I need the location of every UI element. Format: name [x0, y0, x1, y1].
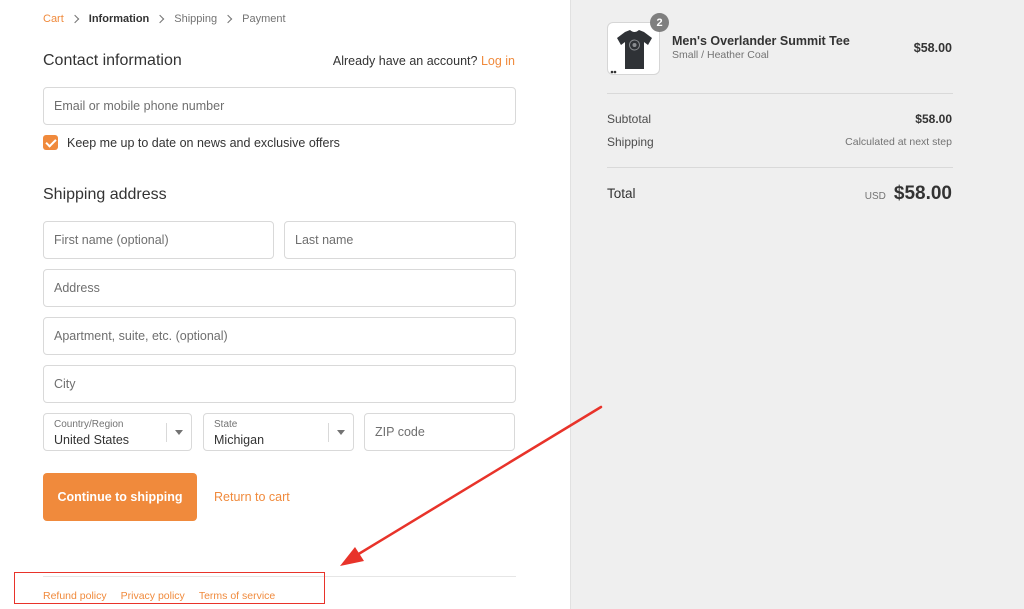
total-label: Total — [607, 186, 636, 201]
apartment-field[interactable] — [44, 318, 515, 354]
tshirt-icon — [610, 30, 652, 74]
total-value: $58.00 — [893, 183, 952, 204]
city-wrapper — [43, 365, 516, 403]
checkout-main: Cart Information Shipping Payment Contac… — [0, 0, 570, 609]
newsletter-option: Keep me up to date on news and exclusive… — [43, 135, 340, 150]
last-name-wrapper — [284, 221, 516, 259]
country-value: United States — [54, 433, 130, 447]
first-name-wrapper — [43, 221, 274, 259]
shipping-address-title: Shipping address — [43, 186, 167, 203]
shipping-label: Shipping — [607, 135, 654, 149]
order-summary: 2 Men's Overlander Summit Tee Small / He… — [570, 0, 1024, 609]
summary-divider — [607, 93, 953, 94]
email-field-wrapper — [43, 87, 516, 125]
annotation-highlight-box — [14, 572, 325, 604]
summary-divider — [607, 167, 953, 168]
breadcrumb-shipping: Shipping — [174, 13, 218, 25]
address-field[interactable] — [44, 270, 515, 306]
apartment-wrapper — [43, 317, 516, 355]
country-label: Country/Region — [54, 419, 124, 430]
account-prompt: Already have an account? Log in — [333, 54, 515, 68]
chevron-right-icon — [70, 14, 80, 24]
state-select[interactable]: State Michigan — [203, 413, 354, 451]
subtotal-label: Subtotal — [607, 112, 652, 126]
chevron-right-icon — [223, 14, 233, 24]
total-amount: USD $58.00 — [865, 183, 952, 205]
account-prompt-text: Already have an account? — [332, 54, 478, 68]
breadcrumb-payment: Payment — [242, 13, 286, 25]
product-variant: Small / Heather Coal — [672, 49, 769, 61]
state-label: State — [214, 419, 238, 430]
breadcrumb-cart[interactable]: Cart — [43, 13, 64, 25]
product-title: Men's Overlander Summit Tee — [672, 34, 850, 48]
breadcrumb-information: Information — [88, 13, 150, 25]
product-price: $58.00 — [913, 41, 952, 55]
email-field[interactable] — [44, 88, 515, 124]
select-divider — [166, 423, 167, 442]
product-thumbnail — [607, 22, 660, 75]
last-name-field[interactable] — [285, 222, 515, 258]
continue-to-shipping-button[interactable]: Continue to shipping — [43, 473, 197, 521]
login-link[interactable]: Log in — [481, 54, 515, 68]
select-divider — [328, 423, 329, 442]
newsletter-label: Keep me up to date on news and exclusive… — [67, 135, 340, 150]
quantity-badge: 2 — [650, 13, 669, 32]
address-wrapper — [43, 269, 516, 307]
caret-down-icon — [337, 430, 345, 435]
return-to-cart-link[interactable]: Return to cart — [214, 490, 290, 504]
newsletter-checkbox[interactable] — [43, 135, 58, 150]
contact-information-title: Contact information — [43, 52, 182, 69]
shipping-value: Calculated at next step — [845, 136, 952, 148]
total-currency: USD — [864, 191, 886, 202]
chevron-right-icon — [156, 14, 165, 24]
city-field[interactable] — [44, 366, 515, 402]
zip-field[interactable] — [365, 414, 514, 450]
country-select[interactable]: Country/Region United States — [43, 413, 192, 451]
first-name-field[interactable] — [44, 222, 273, 258]
state-value: Michigan — [214, 433, 265, 447]
caret-down-icon — [175, 430, 183, 435]
subtotal-value: $58.00 — [915, 112, 952, 126]
zip-wrapper — [364, 413, 515, 451]
breadcrumb: Cart Information Shipping Payment — [43, 13, 286, 25]
